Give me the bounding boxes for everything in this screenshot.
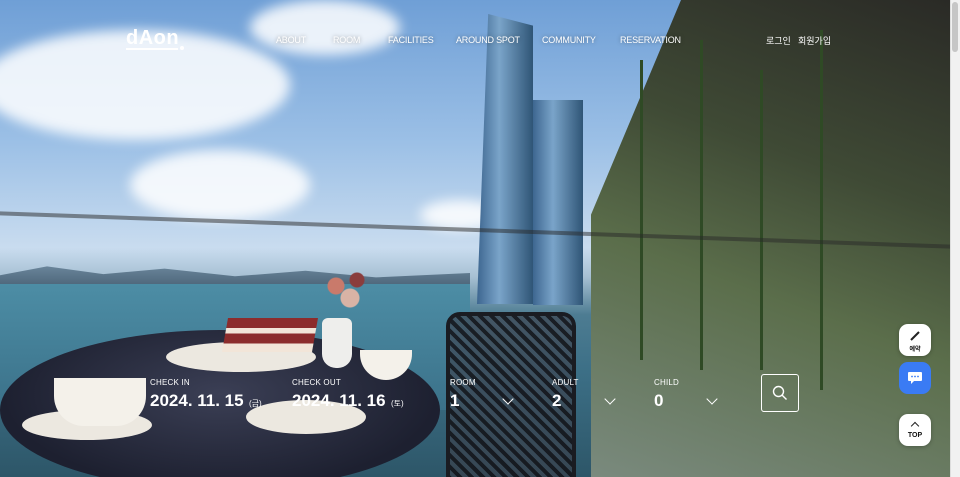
hills bbox=[0, 266, 470, 284]
check-in-label: CHECK IN bbox=[150, 378, 190, 387]
logo-dot bbox=[180, 46, 184, 50]
bamboo bbox=[640, 60, 643, 360]
scrollbar-thumb[interactable] bbox=[952, 2, 958, 52]
tower bbox=[477, 14, 533, 304]
bamboo bbox=[700, 40, 703, 370]
nav-around-spot[interactable]: AROUND SPOT bbox=[456, 35, 520, 45]
cloud bbox=[250, 0, 400, 55]
login-link[interactable]: 로그인 bbox=[766, 34, 791, 47]
flowers bbox=[315, 262, 385, 322]
cake bbox=[222, 318, 318, 352]
room-select[interactable]: 1 bbox=[450, 391, 459, 411]
check-in-date[interactable]: 2024. 11. 15 bbox=[150, 391, 244, 411]
nav-room[interactable]: ROOM bbox=[333, 35, 360, 45]
search-button[interactable] bbox=[761, 374, 799, 412]
nav-reservation[interactable]: RESERVATION bbox=[620, 35, 681, 45]
app-button-label: 예약 bbox=[909, 347, 921, 353]
nav-about[interactable]: ABOUT bbox=[276, 35, 306, 45]
scrollbar[interactable] bbox=[950, 0, 960, 477]
chat-icon bbox=[908, 372, 922, 384]
chat-button[interactable] bbox=[899, 362, 931, 394]
check-in-day: (금) bbox=[249, 399, 262, 408]
child-label: CHILD bbox=[654, 378, 680, 387]
vase bbox=[322, 318, 352, 368]
chevron-up-icon bbox=[910, 421, 920, 431]
app-button[interactable]: 예약 bbox=[899, 324, 931, 356]
top-button[interactable]: TOP bbox=[899, 414, 931, 446]
nav-community[interactable]: COMMUNITY bbox=[542, 35, 596, 45]
cup bbox=[54, 378, 146, 426]
signup-link[interactable]: 회원가입 bbox=[798, 34, 831, 47]
hero-background: dAon ABOUT ROOM FACILITIES AROUND SPOT C… bbox=[0, 0, 951, 477]
adult-label: ADULT bbox=[552, 378, 579, 387]
top-button-label: TOP bbox=[907, 432, 923, 439]
bamboo bbox=[760, 70, 763, 370]
nav-facilities[interactable]: FACILITIES bbox=[388, 35, 434, 45]
check-out-label: CHECK OUT bbox=[292, 378, 341, 387]
adult-select[interactable]: 2 bbox=[552, 391, 561, 411]
cloud bbox=[130, 150, 310, 220]
tower bbox=[533, 100, 583, 305]
room-label: ROOM bbox=[450, 378, 476, 387]
logo[interactable]: dAon bbox=[126, 27, 179, 50]
child-select[interactable]: 0 bbox=[654, 391, 663, 411]
pen-icon bbox=[910, 331, 920, 341]
check-out-day: (토) bbox=[391, 399, 404, 408]
logo-underline bbox=[126, 48, 178, 50]
bamboo bbox=[820, 30, 823, 390]
check-out-date[interactable]: 2024. 11. 16 bbox=[292, 391, 386, 411]
search-icon bbox=[772, 385, 787, 400]
